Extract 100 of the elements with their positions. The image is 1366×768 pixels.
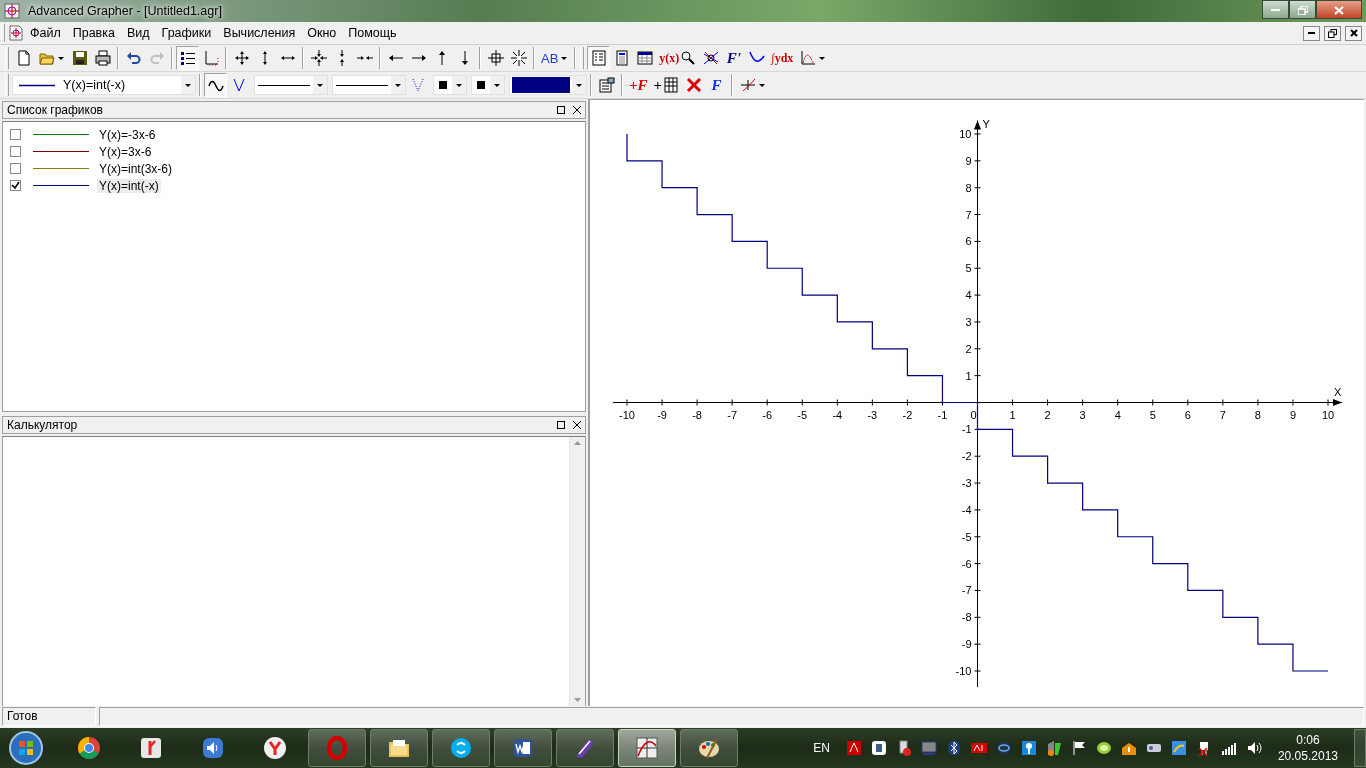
tick-label: -8 — [961, 611, 972, 624]
bubble-icon — [449, 736, 473, 760]
logo-icon — [263, 736, 287, 760]
text-button[interactable]: AB — [538, 46, 562, 70]
properties-icon — [598, 77, 615, 93]
speaker-icon — [201, 736, 225, 760]
document-minimize-button[interactable] — [1303, 25, 1320, 41]
document-logo-icon[interactable] — [8, 25, 24, 41]
restore-icon[interactable] — [557, 421, 565, 429]
right-arrow-icon — [410, 55, 427, 61]
network-icon[interactable] — [995, 740, 1012, 756]
graph-list-item[interactable]: Y(x)=3x-6 — [97, 144, 154, 159]
taskbar-button[interactable] — [680, 729, 738, 767]
caret-icon — [185, 83, 191, 87]
derivative-button[interactable]: F' — [722, 46, 746, 70]
toolbar-grip[interactable] — [580, 47, 585, 69]
axis-label: X — [1334, 385, 1342, 398]
add-table-button[interactable]: + — [650, 73, 683, 97]
scrollbar[interactable] — [569, 437, 585, 706]
maximize-button[interactable] — [1289, 0, 1316, 19]
checkbox[interactable] — [10, 180, 21, 191]
close-button[interactable] — [1316, 0, 1362, 19]
minimize-icon — [1308, 32, 1315, 34]
horizontal-arrows-icon — [279, 55, 296, 61]
up-arrow-icon — [438, 50, 445, 66]
volume-icon[interactable] — [1245, 740, 1262, 756]
menu-item[interactable]: Помощь — [342, 24, 403, 42]
menu-item[interactable]: Графики — [155, 24, 218, 42]
color-select[interactable] — [509, 75, 587, 95]
flag-icon[interactable] — [1070, 740, 1087, 756]
signal-icon[interactable] — [1220, 740, 1237, 756]
tick-label: -1 — [961, 423, 972, 436]
axis-label: Y — [982, 118, 990, 130]
printer-icon — [94, 50, 111, 66]
caret-icon — [456, 83, 462, 87]
toolbar-grip[interactable] — [5, 74, 9, 96]
graph-list-item[interactable]: Y(x)=int(3x-6) — [97, 161, 174, 176]
browser-icon — [77, 736, 101, 760]
close-icon[interactable] — [573, 421, 581, 429]
document-close-button[interactable] — [1345, 25, 1362, 41]
caret-icon — [494, 83, 500, 87]
toolbar-grip[interactable] — [5, 47, 9, 69]
document-restore-button[interactable] — [1324, 25, 1341, 41]
taskbar-button[interactable] — [494, 729, 552, 767]
checkbox[interactable] — [10, 129, 21, 140]
caret-icon — [819, 56, 826, 60]
language-indicator[interactable]: EN — [813, 741, 830, 755]
line-sample-icon — [336, 83, 388, 87]
tick-label: -4 — [961, 503, 972, 516]
marker-select[interactable] — [433, 75, 467, 95]
marker-select[interactable] — [471, 75, 505, 95]
clock-time[interactable]: 0:06 — [1296, 731, 1320, 748]
menu-grip[interactable] — [1, 24, 5, 42]
restore-icon[interactable] — [557, 106, 565, 114]
evaluate-button[interactable]: y(x) — [656, 46, 700, 70]
table-icon — [663, 77, 680, 93]
vertical-arrows-icon — [261, 50, 268, 66]
close-icon[interactable] — [573, 106, 581, 114]
menu-item[interactable]: Вычисления — [217, 24, 302, 42]
caret-icon — [317, 83, 323, 87]
taskbar-button[interactable] — [370, 729, 428, 767]
table-icon — [636, 50, 653, 66]
menu-item[interactable]: Вид — [120, 24, 156, 42]
tick-label: 3 — [1079, 408, 1086, 421]
tick-label: 3 — [965, 315, 972, 328]
clock-date[interactable]: 20.05.2013 — [1277, 748, 1338, 765]
menu-item[interactable]: Файл — [24, 24, 67, 42]
tick-label: -5 — [961, 530, 972, 543]
tick-label: 7 — [1219, 408, 1226, 421]
line-style-select[interactable] — [254, 75, 328, 95]
tick-label: 4 — [965, 289, 972, 302]
graph-list-item[interactable]: Y(x)=-3x-6 — [97, 127, 158, 142]
add-function-button[interactable]: +F — [626, 73, 651, 97]
checkbox[interactable] — [10, 146, 21, 157]
tick-label: -4 — [832, 408, 843, 421]
integral-button[interactable]: ∫ydx — [768, 46, 797, 70]
menu-item[interactable]: Правка — [66, 24, 121, 42]
menu-item[interactable]: Окно — [301, 24, 343, 42]
monitor-icon[interactable] — [920, 740, 937, 756]
list-button[interactable] — [176, 46, 199, 70]
tick-label: -6 — [762, 408, 773, 421]
leaf-icon[interactable] — [1095, 740, 1112, 756]
tick-label: -5 — [797, 408, 808, 421]
function-select[interactable]: Y(x)=int(-x) — [12, 75, 196, 95]
alert-icon[interactable] — [1120, 740, 1137, 756]
four-arrows-icon — [233, 50, 250, 66]
curve-button[interactable] — [204, 73, 227, 97]
caret-icon — [395, 83, 401, 87]
scroll-down-icon — [574, 698, 581, 702]
line-style-select[interactable] — [332, 75, 406, 95]
edit-function-button[interactable]: F — [705, 73, 729, 97]
logo-icon — [139, 736, 163, 760]
bluetooth-icon[interactable] — [945, 740, 962, 756]
show-desktop-button[interactable] — [1354, 729, 1366, 767]
tick-label: -3 — [961, 477, 972, 490]
graph-list-item[interactable]: Y(x)=int(-x) — [97, 178, 161, 193]
minimize-button[interactable] — [1262, 0, 1289, 19]
taskbar-button[interactable] — [432, 729, 490, 767]
checkbox[interactable] — [10, 163, 21, 174]
graph-list-button[interactable] — [587, 46, 611, 70]
